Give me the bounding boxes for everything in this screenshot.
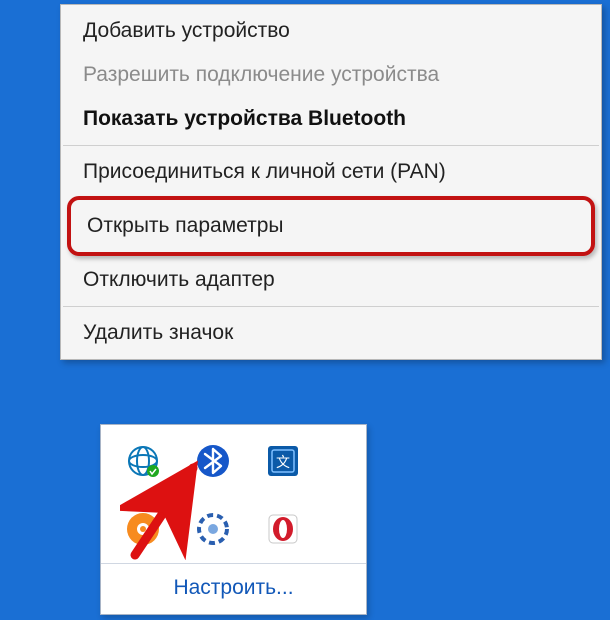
menu-item-join-pan[interactable]: Присоединиться к личной сети (PAN): [61, 150, 601, 194]
menu-item-remove-icon[interactable]: Удалить значок: [61, 311, 601, 355]
opera-icon[interactable]: [263, 509, 303, 549]
menu-separator: [63, 145, 599, 146]
menu-separator: [63, 306, 599, 307]
globe-icon[interactable]: [123, 441, 163, 481]
tray-icon-grid: 文: [101, 437, 366, 563]
menu-item-open-settings[interactable]: Открыть параметры: [67, 196, 595, 256]
bluetooth-icon[interactable]: [193, 441, 233, 481]
bluetooth-context-menu: Добавить устройство Разрешить подключени…: [60, 4, 602, 360]
loading-icon[interactable]: [193, 509, 233, 549]
input-method-icon[interactable]: 文: [263, 441, 303, 481]
tray-customize-link[interactable]: Настроить...: [101, 563, 366, 614]
menu-item-allow-connection: Разрешить подключение устройства: [61, 53, 601, 97]
svg-text:文: 文: [276, 454, 290, 470]
antivirus-icon[interactable]: [123, 509, 163, 549]
system-tray-popup: 文 Настроить...: [100, 424, 367, 615]
menu-item-disable-adapter[interactable]: Отключить адаптер: [61, 258, 601, 302]
menu-item-add-device[interactable]: Добавить устройство: [61, 9, 601, 53]
menu-item-show-bt-devices[interactable]: Показать устройства Bluetooth: [61, 97, 601, 141]
